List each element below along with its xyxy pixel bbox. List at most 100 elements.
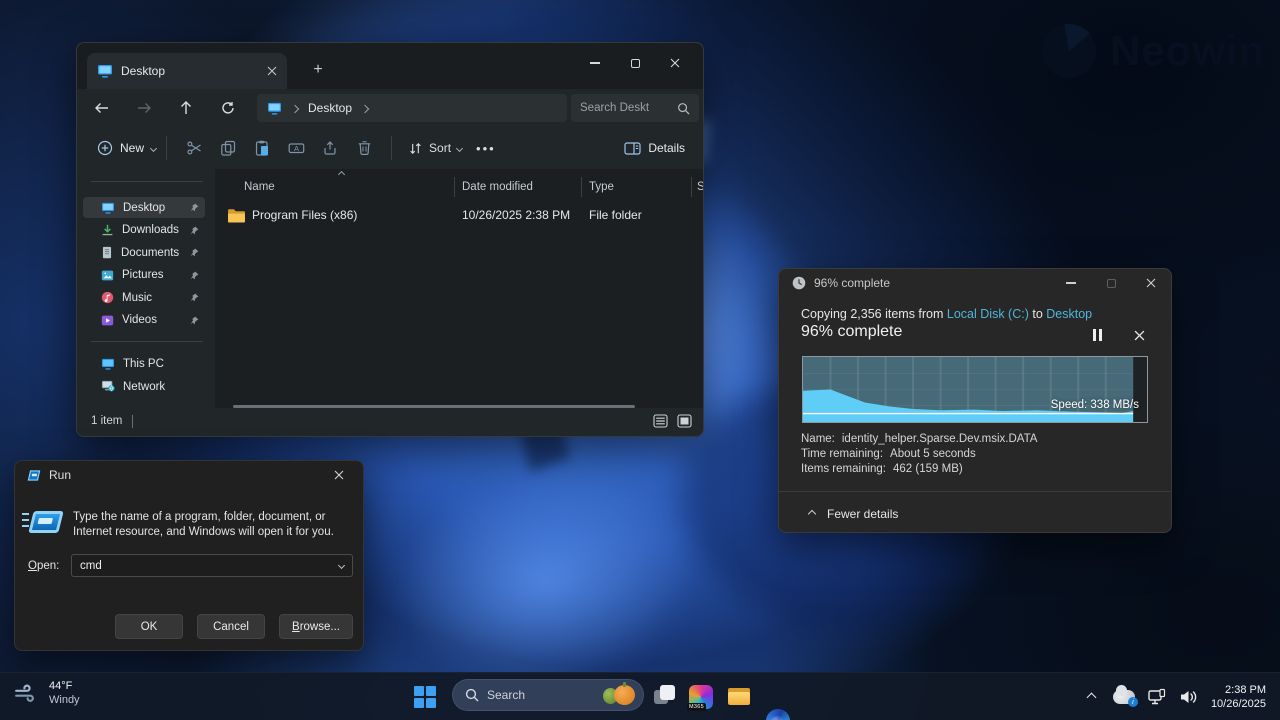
volume-tray-button[interactable] [1179,688,1199,706]
fewer-details-label: Fewer details [827,507,898,521]
explorer-tab-desktop[interactable]: Desktop [87,53,287,89]
tray-overflow-button[interactable] [1086,692,1096,702]
large-icons-view-button[interactable] [675,412,693,430]
share-button[interactable] [313,133,347,163]
maximize-button[interactable] [615,49,655,77]
detail-value: About 5 seconds [890,448,976,460]
onedrive-tray-button[interactable]: i [1113,690,1135,704]
copy-button[interactable] [211,133,245,163]
breadcrumb-item-desktop[interactable]: Desktop [308,101,352,115]
file-date-modified: 10/26/2025 2:38 PM [462,208,570,222]
m365-copilot-button[interactable]: M365 [689,685,713,709]
sidebar-item-downloads[interactable]: Downloads [83,220,205,241]
pause-icon [1093,329,1096,341]
chevron-down-icon [150,144,157,151]
new-tab-button[interactable]: + [305,57,331,83]
sidebar-item-label: Downloads [122,224,179,236]
start-button[interactable] [414,686,436,708]
pause-button[interactable] [1093,329,1102,341]
browse-button[interactable]: Browse... [279,614,353,639]
forward-icon [136,101,152,115]
sidebar-item-desktop[interactable]: Desktop [83,197,205,218]
copy-source-link[interactable]: Local Disk (C:) [947,307,1029,321]
delete-button[interactable] [347,133,381,163]
copy-summary: Copying 2,356 items from Local Disk (C:)… [801,307,1092,321]
details-toggle-button[interactable]: Details [624,141,685,156]
column-separator[interactable] [581,177,582,197]
search-placeholder: Search Deskt [580,102,649,114]
seasonal-search-image [601,683,637,707]
maximize-button[interactable] [1091,270,1131,296]
weather-widget[interactable]: 44°F Windy [14,679,80,707]
minimize-button[interactable] [1051,270,1091,296]
more-options-button[interactable]: ••• [476,141,496,156]
sidebar-item-label: Network [123,381,165,393]
svg-text:A: A [294,144,299,153]
fewer-details-button[interactable]: Fewer details [809,507,898,521]
search-icon [465,688,479,702]
column-header-size[interactable]: Size [697,181,704,193]
search-label: Search [487,688,525,702]
videos-icon [101,314,114,327]
file-explorer-button[interactable] [728,685,752,709]
copy-footer-divider [779,491,1171,492]
copy-summary-prefix: Copying 2,356 items from [801,307,947,321]
cut-button[interactable] [177,133,211,163]
item-count: 1 item [91,415,122,427]
file-row-program-files[interactable]: Program Files (x86) 10/26/2025 2:38 PM F… [223,203,697,227]
view-toggles [651,412,693,430]
rename-icon: A [288,140,305,156]
taskbar-clock[interactable]: 2:38 PM 10/26/2025 [1211,683,1266,711]
column-separator[interactable] [691,177,692,197]
column-header-type[interactable]: Type [589,181,614,193]
sidebar-item-music[interactable]: Music [83,287,205,308]
tab-close-button[interactable] [267,66,277,76]
column-separator[interactable] [454,177,455,197]
network-tray-button[interactable] [1147,687,1167,707]
close-button[interactable] [655,49,695,77]
copy-progress-icon [792,276,806,290]
sort-button[interactable]: Sort [408,141,462,156]
close-button[interactable] [1131,270,1171,296]
cancel-button[interactable]: Cancel [197,614,265,639]
forward-button[interactable] [127,94,161,122]
copy-destination-link[interactable]: Desktop [1046,307,1092,321]
sidebar-item-pictures[interactable]: Pictures [83,265,205,286]
paste-button[interactable] [245,133,279,163]
sort-button-label: Sort [429,141,451,155]
back-button[interactable] [85,94,119,122]
edge-button[interactable] [766,709,790,720]
new-button[interactable]: New [97,140,156,156]
search-icon [677,102,690,115]
close-button[interactable] [319,462,359,488]
minimize-button[interactable] [575,49,615,77]
pin-icon [190,316,199,325]
detail-label: Items remaining: [801,463,886,475]
run-title-bar: Run [15,461,363,489]
neowin-brand-text: Neowin [1110,27,1265,75]
run-window-title: Run [49,468,71,482]
sidebar-item-videos[interactable]: Videos [83,310,205,331]
open-combobox[interactable]: cmd [71,554,353,577]
sidebar-item-this-pc[interactable]: This PC [83,353,205,374]
details-view-button[interactable] [651,412,669,430]
maximize-icon [1107,279,1116,288]
explorer-search-box[interactable]: Search Deskt [571,94,699,122]
neowin-logo-icon [1042,24,1096,78]
cancel-copy-button[interactable] [1134,328,1145,346]
column-header-date[interactable]: Date modified [462,181,533,193]
ok-button[interactable]: OK [115,614,183,639]
sidebar-item-documents[interactable]: Documents [83,242,205,263]
sidebar-item-network[interactable]: Network [83,376,205,397]
refresh-button[interactable] [211,94,245,122]
sidebar-item-label: Videos [122,314,157,326]
task-view-button[interactable] [653,685,677,709]
pin-icon [190,271,199,280]
breadcrumb[interactable]: Desktop [257,94,567,122]
close-icon [1134,330,1145,341]
column-header-name[interactable]: Name [244,181,275,193]
taskbar-search-box[interactable]: Search [452,679,644,711]
rename-button[interactable]: A [279,133,313,163]
motion-dash [22,513,29,515]
up-button[interactable] [169,94,203,122]
